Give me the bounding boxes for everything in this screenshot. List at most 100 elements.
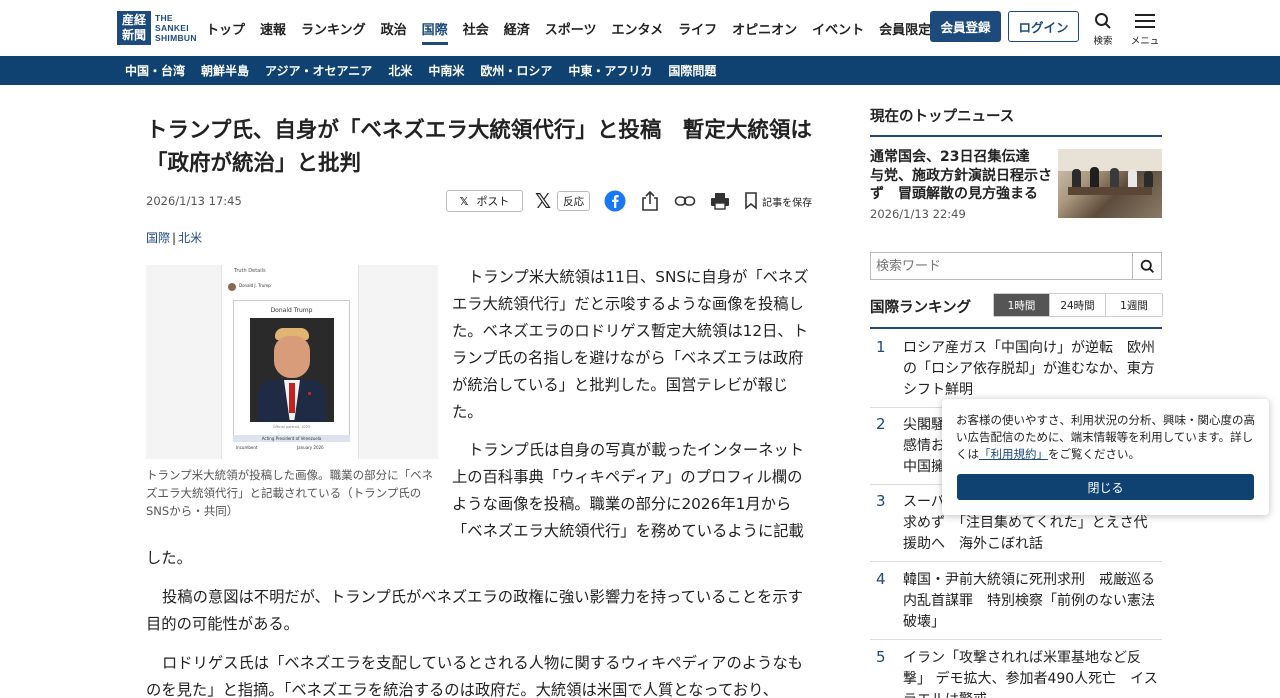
cookie-message: お客様の使いやすさ、利用状況の分析、興味・関心度の高い広告配信のために、端末情報… — [956, 412, 1257, 463]
nav-item-events[interactable]: イベント — [812, 19, 864, 45]
ranking-number: 4 — [876, 570, 886, 588]
ranking-item[interactable]: 4 韓国・尹前大統領に死刑求刑 戒厳巡る内乱首謀罪 特別検察「前例のない憲法破壊… — [870, 570, 1162, 640]
nav-item-entertainment[interactable]: エンタメ — [611, 19, 663, 45]
hamburger-menu-icon — [1135, 14, 1155, 28]
ranking-text: 韓国・尹前大統領に死刑求刑 戒厳巡る内乱首謀罪 特別検察「前例のない憲法破壊」 — [903, 572, 1155, 630]
subnav-item-asia-oceania[interactable]: アジア・オセアニア — [265, 62, 372, 79]
search-icon — [1140, 259, 1154, 273]
nav-item-opinion[interactable]: オピニオン — [732, 19, 797, 45]
logo-mark: 産経新聞 — [117, 11, 151, 45]
cookie-consent-popup: お客様の使いやすさ、利用状況の分析、興味・関心度の高い広告配信のために、端末情報… — [942, 399, 1269, 515]
ranking-number: 1 — [876, 338, 886, 356]
cookie-close-button[interactable]: 閉じる — [957, 474, 1254, 500]
subnav-item-latin-america[interactable]: 中南米 — [428, 62, 464, 79]
category-link-international[interactable]: 国際 — [146, 231, 170, 245]
sidebar-search — [870, 252, 1162, 280]
x-post-button[interactable]: 𝕏 ポスト — [446, 190, 523, 212]
nav-item-society[interactable]: 社会 — [463, 19, 489, 45]
nav-item-breaking[interactable]: 速報 — [260, 19, 286, 45]
menu-button[interactable]: メニュ — [1128, 12, 1162, 47]
cookie-message-text: をご覧ください。 — [1048, 447, 1140, 461]
breadcrumb-separator: | — [172, 231, 177, 245]
article-paragraph: トランプ米大統領は11日、SNSに自身が「ベネズエラ大統領代行」だと示唆するよう… — [452, 268, 809, 421]
logo-text-line: THE — [155, 13, 173, 23]
share-bar: 𝕏 ポスト 𝕏 反応 記事を保存 — [446, 189, 812, 213]
search-input[interactable] — [871, 253, 1132, 279]
subnav-item-middle-east-africa[interactable]: 中東・アフリカ — [568, 62, 652, 79]
article-paragraph-wrapper: トランプ氏は自身の写真が載ったインターネット上の百科事典「ウィキペディア」のプロ… — [146, 437, 814, 572]
nav-item-economy[interactable]: 経済 — [504, 19, 530, 45]
copy-link-button[interactable] — [674, 194, 696, 208]
share-icon — [642, 190, 658, 211]
x-logo-icon: 𝕏 — [459, 194, 469, 208]
nav-item-international[interactable]: 国際 — [421, 19, 448, 45]
main-nav: トップ 速報 ランキング 政治 国際 社会 経済 スポーツ エンタメ ライフ オ… — [206, 19, 972, 45]
subnav-item-korea[interactable]: 朝鮮半島 — [201, 62, 249, 79]
link-icon — [674, 196, 696, 206]
search-tool-label: 検索 — [1093, 36, 1113, 47]
screenshot-account-name: Donald J. Trump — [239, 283, 271, 288]
share-button[interactable] — [640, 190, 660, 212]
nav-item-top[interactable]: トップ — [206, 19, 245, 45]
article-paragraph: 投稿の意図は不明だが、トランプ氏がベネズエラの政権に強い影響力を持っていることを… — [146, 588, 803, 633]
bookmark-icon — [745, 192, 757, 210]
site-header: 産経新聞 THE SANKEI SHIMBUN トップ 速報 ランキング 政治 … — [0, 0, 1280, 56]
portrait-label: Official portrait, 2025 — [272, 425, 311, 429]
logo-text-line: SANKEI — [155, 23, 189, 33]
subnav-item-north-america[interactable]: 北米 — [388, 62, 412, 79]
profile-name: Donald Trump — [270, 307, 313, 314]
register-button[interactable]: 会員登録 — [930, 11, 1001, 42]
facebook-icon — [604, 190, 626, 212]
save-article-button[interactable]: 記事を保存 — [744, 192, 812, 210]
article-paragraph: ロドリゲス氏は「ベネズエラを支配しているとされる人物に関するウィキペディアのよう… — [146, 654, 803, 698]
save-article-label: 記事を保存 — [762, 197, 813, 209]
ranking-item[interactable]: 1 ロシア産ガス「中国向け」が逆転 欧州の「ロシア依存脱却」が進むなか、東方シフ… — [870, 338, 1162, 408]
tab-24-hours[interactable]: 24時間 — [1050, 294, 1106, 316]
reaction-count-bubble[interactable]: 反応 — [557, 191, 591, 211]
subnav-item-international-issues[interactable]: 国際問題 — [668, 62, 716, 79]
search-tool-button[interactable]: 検索 — [1086, 12, 1120, 47]
x-reaction-icon[interactable]: 𝕏 — [535, 191, 551, 211]
ranking-text: ロシア産ガス「中国向け」が逆転 欧州の「ロシア依存脱却」が進むなか、東方シフト鮮… — [903, 340, 1155, 398]
ranking-header: 国際ランキング 1時間 24時間 1週間 — [870, 293, 1163, 329]
menu-label: メニュ — [1130, 36, 1160, 47]
screenshot-avatar — [228, 283, 236, 291]
print-icon — [711, 193, 730, 210]
screenshot-page-title: Truth Details — [234, 268, 266, 274]
x-post-label: ポスト — [476, 195, 510, 208]
login-button[interactable]: ログイン — [1008, 11, 1079, 42]
ranking-number: 5 — [876, 648, 886, 666]
article-date: 2026/1/13 17:45 — [146, 194, 242, 208]
nav-item-sports[interactable]: スポーツ — [545, 19, 597, 45]
nav-item-life[interactable]: ライフ — [678, 19, 717, 45]
breadcrumb: 国際 | 北米 — [146, 229, 202, 246]
top-news-heading: 現在のトップニュース — [870, 105, 1162, 137]
photo-float-spacer — [146, 437, 452, 537]
top-news-link[interactable]: 通常国会、23日召集伝達 与党、施政方針演説日程示さず 冒頭解散の見方強まる — [870, 148, 1052, 204]
terms-of-use-link[interactable]: 「利用規約」 — [979, 447, 1048, 461]
tab-1-week[interactable]: 1週間 — [1106, 294, 1162, 316]
print-button[interactable] — [710, 192, 730, 210]
truth-social-screenshot: Truth Details Donald J. Trump Donald Tru… — [221, 265, 359, 459]
ranking-title: 国際ランキング — [870, 300, 972, 316]
tab-1-hour[interactable]: 1時間 — [994, 294, 1050, 316]
ranking-item[interactable]: 5 イラン「攻撃されれば米軍基地など反撃」 デモ拡大、参加者490人死亡 イスラ… — [870, 648, 1162, 698]
article-photo[interactable]: Truth Details Donald J. Trump Donald Tru… — [146, 265, 438, 459]
logo-text: THE SANKEI SHIMBUN — [155, 13, 197, 43]
search-icon — [1095, 13, 1111, 29]
ranking-number: 3 — [876, 492, 886, 510]
sub-nav: 中国・台湾 朝鮮半島 アジア・オセアニア 北米 中南米 欧州・ロシア 中東・アフ… — [0, 56, 1280, 85]
logo-text-line: SHIMBUN — [155, 33, 197, 43]
ranking-number: 2 — [876, 415, 886, 433]
nav-item-ranking[interactable]: ランキング — [301, 19, 366, 45]
category-link-north-america[interactable]: 北米 — [178, 231, 202, 245]
top-news-date: 2026/1/13 22:49 — [870, 207, 966, 221]
top-news-thumbnail[interactable] — [1058, 149, 1162, 218]
subnav-item-europe-russia[interactable]: 欧州・ロシア — [480, 62, 552, 79]
search-submit-button[interactable] — [1132, 253, 1161, 279]
subnav-item-china-taiwan[interactable]: 中国・台湾 — [125, 62, 185, 79]
nav-item-politics[interactable]: 政治 — [381, 19, 407, 45]
facebook-share-button[interactable] — [604, 190, 626, 212]
site-logo[interactable]: 産経新聞 THE SANKEI SHIMBUN — [117, 10, 197, 46]
article-headline: トランプ氏、自身が「ベネズエラ大統領代行」と投稿 暫定大統領は「政府が統治」と批… — [146, 118, 812, 176]
